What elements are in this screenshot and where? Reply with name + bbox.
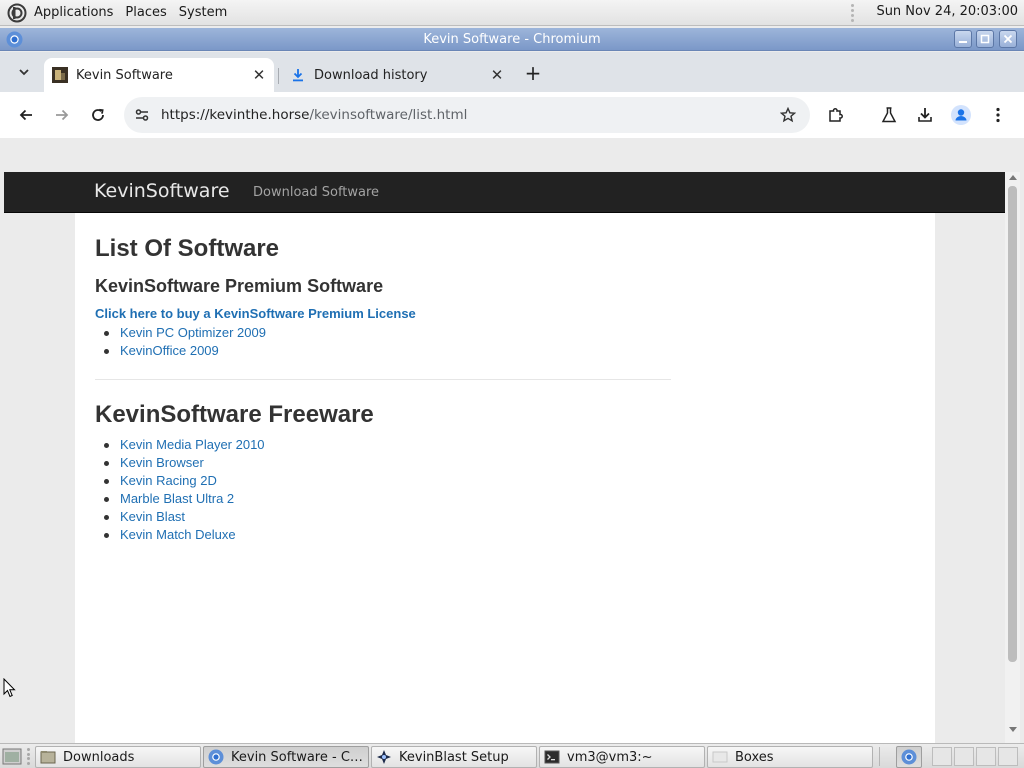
close-tab-icon[interactable]: ✕ — [488, 66, 506, 84]
terminal-icon — [544, 750, 560, 764]
scroll-up-arrow-icon[interactable] — [1009, 175, 1017, 180]
window-title: Kevin Software - Chromium — [423, 32, 601, 47]
new-tab-plus-icon[interactable]: + — [522, 61, 544, 85]
tab-label: Download history — [314, 67, 428, 83]
tab-label: Kevin Software — [76, 67, 173, 83]
tray-separator — [879, 747, 880, 766]
show-desktop-icon[interactable] — [2, 747, 22, 766]
task-terminal[interactable]: vm3@vm3:~ — [539, 746, 705, 768]
workspace-1[interactable] — [932, 747, 952, 766]
maximize-button[interactable] — [976, 30, 994, 48]
menu-system[interactable]: System — [179, 5, 227, 20]
list-item: Marble Blast Ultra 2 — [95, 490, 265, 508]
extensions-puzzle-icon[interactable] — [823, 102, 849, 128]
chromium-icon — [208, 749, 224, 765]
browser-toolbar: https://kevinthe.horse/kevinsoftware/lis… — [0, 92, 1024, 138]
setup-icon — [377, 750, 391, 764]
software-link[interactable]: Kevin Match Deluxe — [120, 527, 236, 542]
close-tab-icon[interactable]: ✕ — [250, 66, 268, 84]
list-item: Kevin Match Deluxe — [95, 526, 265, 544]
site-favicon-icon — [52, 67, 68, 83]
software-link[interactable]: KevinOffice 2009 — [120, 343, 219, 358]
menu-applications[interactable]: Applications — [34, 5, 113, 20]
panel-separator — [848, 4, 856, 22]
list-item: Kevin Browser — [95, 454, 265, 472]
more-menu-icon[interactable] — [985, 102, 1011, 128]
top-panel: Applications Places System Sun Nov 24, 2… — [0, 0, 1024, 26]
tab-download-history[interactable]: Download history ✕ — [282, 58, 512, 92]
software-link[interactable]: Kevin PC Optimizer 2009 — [120, 325, 266, 340]
list-item: Kevin Racing 2D — [95, 472, 265, 490]
minimize-button[interactable] — [954, 30, 972, 48]
section-divider — [95, 379, 671, 380]
list-item: Kevin Blast — [95, 508, 265, 526]
task-boxes[interactable]: Boxes — [707, 746, 873, 768]
task-kevinblast-setup[interactable]: KevinBlast Setup — [371, 746, 537, 768]
page-heading: List Of Software — [95, 235, 280, 262]
menu-places[interactable]: Places — [125, 5, 166, 20]
software-link[interactable]: Kevin Blast — [120, 509, 185, 524]
tab-search-chevron-icon[interactable] — [12, 60, 36, 84]
download-icon — [290, 67, 306, 83]
vertical-scrollbar[interactable] — [1005, 172, 1020, 743]
forward-arrow-icon[interactable] — [49, 102, 75, 128]
software-link[interactable]: Kevin Racing 2D — [120, 473, 217, 488]
task-label: Boxes — [735, 749, 774, 765]
nav-link-download-software[interactable]: Download Software — [253, 185, 379, 200]
folder-icon — [40, 751, 56, 764]
task-kevin-software-chromium[interactable]: Kevin Software - Ch... — [203, 746, 369, 768]
site-navbar: KevinSoftware Download Software — [4, 172, 1005, 213]
buy-premium-license-link[interactable]: Click here to buy a KevinSoftware Premiu… — [95, 306, 416, 321]
panel-clock[interactable]: Sun Nov 24, 20:03:00 — [876, 4, 1018, 19]
reload-icon[interactable] — [85, 102, 111, 128]
premium-software-list: Kevin PC Optimizer 2009 KevinOffice 2009 — [95, 324, 266, 360]
workspace-2[interactable] — [954, 747, 974, 766]
workspace-3[interactable] — [976, 747, 996, 766]
workspace-4[interactable] — [998, 747, 1018, 766]
scrollbar-thumb[interactable] — [1008, 186, 1017, 662]
freeware-list: Kevin Media Player 2010 Kevin Browser Ke… — [95, 436, 265, 544]
tab-strip: Kevin Software ✕ Download history ✕ + — [0, 52, 1024, 92]
task-label: Kevin Software - Ch... — [231, 749, 368, 765]
software-link[interactable]: Kevin Browser — [120, 455, 204, 470]
site-settings-tune-icon[interactable] — [132, 105, 152, 125]
address-bar[interactable]: https://kevinthe.horse/kevinsoftware/lis… — [124, 97, 810, 133]
bookmarks-bar-area — [0, 138, 1024, 172]
profile-avatar-icon[interactable] — [948, 102, 974, 128]
bookmark-star-icon[interactable] — [778, 105, 798, 125]
downloads-icon[interactable] — [912, 102, 938, 128]
list-item: Kevin Media Player 2010 — [95, 436, 265, 454]
labs-flask-icon[interactable] — [876, 102, 902, 128]
scroll-down-arrow-icon[interactable] — [1009, 727, 1017, 732]
close-button[interactable] — [999, 30, 1017, 48]
task-label: Downloads — [63, 749, 135, 765]
mouse-cursor-icon — [3, 678, 16, 698]
task-downloads[interactable]: Downloads — [35, 746, 201, 768]
url-text[interactable]: https://kevinthe.horse/kevinsoftware/lis… — [161, 107, 467, 123]
site-brand-link[interactable]: KevinSoftware — [94, 180, 230, 202]
tray-chromium-icon[interactable] — [896, 746, 922, 768]
software-link[interactable]: Marble Blast Ultra 2 — [120, 491, 234, 506]
page-container: List Of Software KevinSoftware Premium S… — [75, 213, 935, 743]
window-titlebar[interactable]: Kevin Software - Chromium — [0, 28, 1024, 51]
taskbar-grip — [27, 748, 31, 765]
url-host: https://kevinthe.horse — [161, 107, 310, 123]
bottom-taskbar: Downloads Kevin Software - Ch... KevinBl… — [0, 743, 1024, 768]
page-viewport: KevinSoftware Download Software List Of … — [0, 138, 1024, 743]
list-item: KevinOffice 2009 — [95, 342, 266, 360]
tab-separator — [278, 68, 279, 84]
software-link[interactable]: Kevin Media Player 2010 — [120, 437, 265, 452]
freeware-heading: KevinSoftware Freeware — [95, 401, 374, 428]
task-label: KevinBlast Setup — [399, 749, 509, 765]
premium-heading: KevinSoftware Premium Software — [95, 276, 384, 296]
boxes-icon — [712, 751, 728, 763]
url-path: /kevinsoftware/list.html — [309, 107, 468, 123]
back-arrow-icon[interactable] — [13, 102, 39, 128]
debian-logo-icon[interactable] — [6, 2, 28, 24]
task-label: vm3@vm3:~ — [567, 749, 653, 765]
list-item: Kevin PC Optimizer 2009 — [95, 324, 266, 342]
tab-kevin-software[interactable]: Kevin Software ✕ — [44, 58, 274, 92]
